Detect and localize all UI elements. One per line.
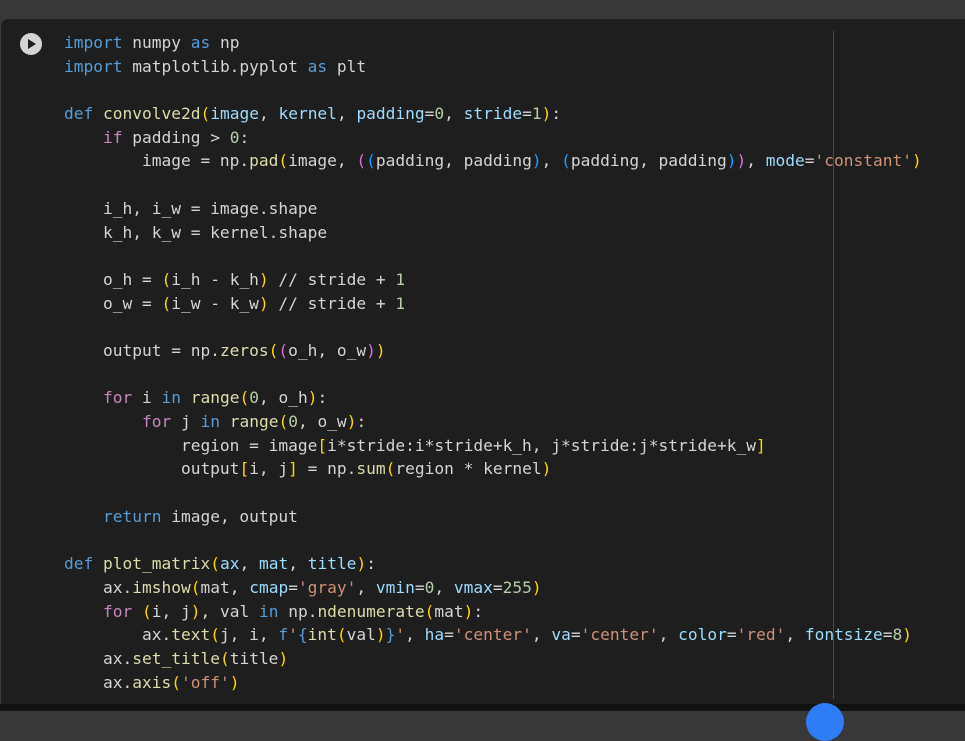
code-line: def convolve2d(image, kernel, padding=0,… bbox=[64, 104, 562, 124]
code-line: ax.imshow(mat, cmap='gray', vmin=0, vmax… bbox=[64, 577, 542, 597]
code-line: import matplotlib.pyplot as plt bbox=[64, 56, 367, 76]
code-line: output[i, j] = np.sum(region * kernel) bbox=[64, 459, 552, 479]
code-line: ax.set_title(title) bbox=[64, 648, 289, 668]
play-icon bbox=[28, 39, 36, 49]
code-line: region = image[i*stride:i*stride+k_h, j*… bbox=[64, 435, 766, 455]
code-line: ​ bbox=[64, 481, 922, 505]
run-cell-button[interactable] bbox=[20, 33, 42, 55]
code-line: ​ bbox=[64, 315, 922, 339]
code-line: ax.text(j, i, f'{int(val)}', ha='center'… bbox=[64, 625, 913, 645]
code-line: for i in range(0, o_h): bbox=[102, 388, 328, 408]
code-line: for (i, j), val in np.ndenumerate(mat): bbox=[102, 601, 484, 621]
code-line: def plot_matrix(ax, mat, title): bbox=[64, 554, 376, 574]
code-line: ​ bbox=[64, 363, 922, 387]
code-line: ​ bbox=[64, 78, 922, 102]
code-line: ​ bbox=[64, 244, 922, 268]
code-line: ​ bbox=[64, 528, 922, 552]
code-line: image = np.pad(image, ((padding, padding… bbox=[64, 151, 922, 171]
floating-action-button[interactable] bbox=[806, 703, 844, 741]
code-line: ​ bbox=[64, 173, 922, 197]
code-line: i_h, i_w = image.shape bbox=[64, 198, 318, 218]
code-line: import numpy as np bbox=[64, 33, 240, 52]
code-line: output = np.zeros((o_h, o_w)) bbox=[64, 340, 386, 360]
code-line: ax.axis('off') bbox=[64, 672, 240, 692]
code-line: o_h = (i_h - k_h) // stride + 1 bbox=[64, 269, 406, 289]
code-line: if padding > 0: bbox=[102, 127, 250, 147]
code-line: return image, output bbox=[102, 506, 298, 526]
code-line: o_w = (i_w - k_w) // stride + 1 bbox=[64, 293, 406, 313]
code-line: for j in range(0, o_w): bbox=[141, 412, 367, 431]
code-line: k_h, k_w = kernel.shape bbox=[64, 222, 328, 242]
code-cell[interactable]: import numpy as np import matplotlib.pypl… bbox=[0, 18, 965, 704]
code-editor[interactable]: import numpy as np import matplotlib.pypl… bbox=[64, 31, 922, 694]
